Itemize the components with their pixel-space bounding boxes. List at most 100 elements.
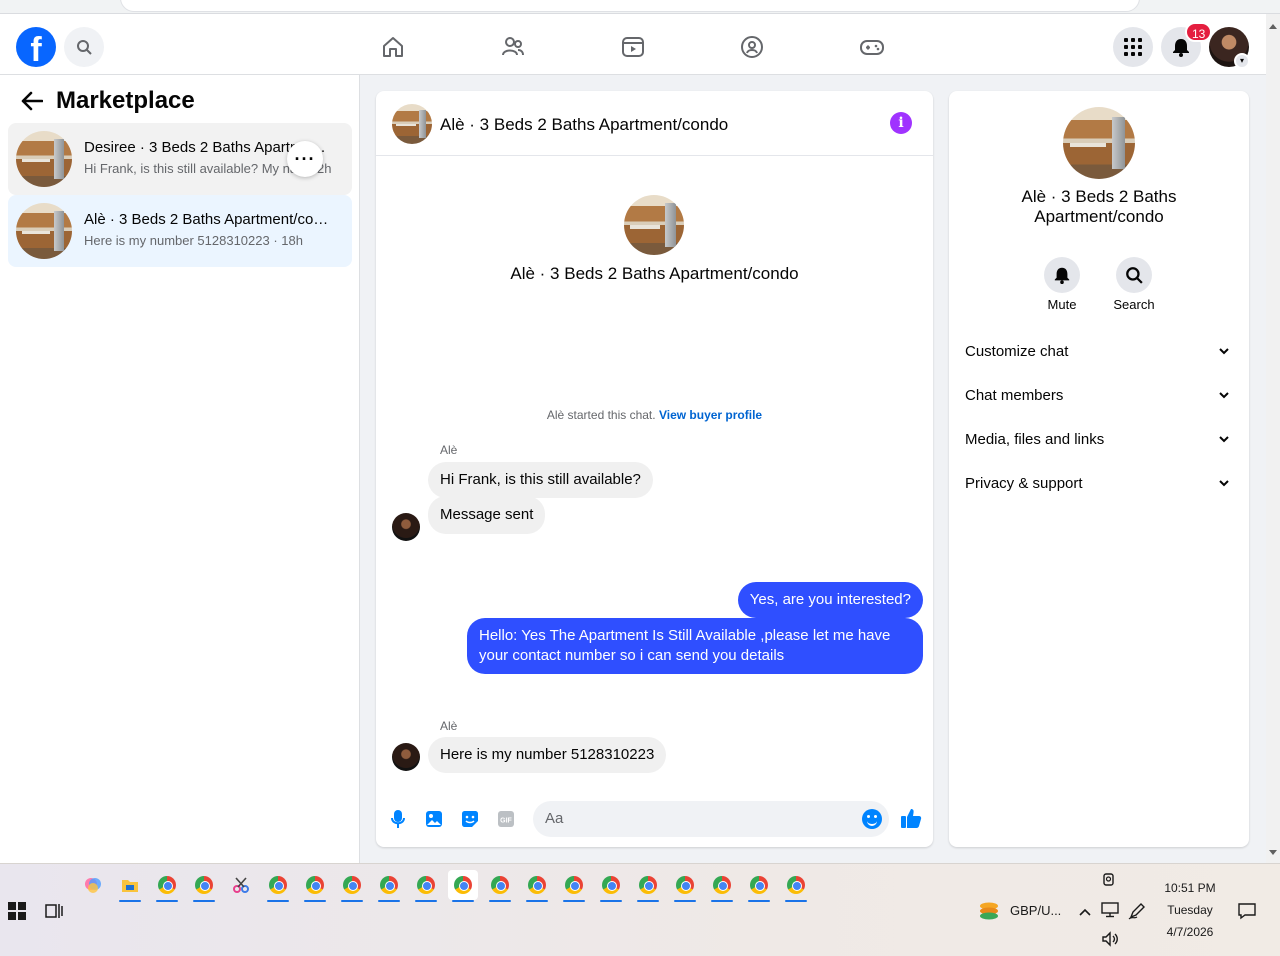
currency-widget-text[interactable]: GBP/U... [1010, 903, 1061, 918]
listing-thumbnail[interactable] [392, 104, 432, 144]
nav-groups[interactable] [738, 33, 766, 61]
message-bubble-incoming[interactable]: Hi Frank, is this still available? [428, 462, 653, 498]
facebook-logo[interactable]: f [16, 27, 56, 67]
nav-friends[interactable] [499, 33, 527, 61]
chrome-icon [491, 876, 509, 894]
more-options-button[interactable]: ··· [287, 141, 323, 177]
back-button[interactable] [18, 87, 46, 115]
chrome-icon [343, 876, 361, 894]
nav-gaming[interactable] [858, 33, 886, 61]
sender-avatar[interactable] [392, 513, 420, 541]
chat-header: Alè · 3 Beds 2 Baths Apartment/condo i [376, 91, 933, 156]
clock-day[interactable]: Tuesday [1150, 903, 1230, 917]
pen-icon[interactable] [1128, 902, 1146, 925]
currency-widget-icon[interactable] [978, 900, 1000, 927]
nav-home[interactable] [379, 33, 407, 61]
sender-avatar[interactable] [392, 743, 420, 771]
microphone-icon [391, 810, 405, 828]
clock-date[interactable]: 4/7/2026 [1150, 925, 1230, 939]
chrome-icon [380, 876, 398, 894]
info-icon[interactable]: i [890, 112, 912, 134]
chrome-icon [417, 876, 435, 894]
show-hidden-icons-button[interactable] [1078, 904, 1092, 922]
message-input-placeholder: Aa [545, 810, 564, 827]
listing-thumbnail [16, 131, 72, 187]
taskbar-chrome[interactable] [337, 870, 367, 902]
taskbar-chrome[interactable] [707, 870, 737, 902]
groups-icon [741, 36, 763, 58]
taskbar-chrome[interactable] [744, 870, 774, 902]
chrome-icon [565, 876, 583, 894]
message-bubble-outgoing[interactable]: Hello: Yes The Apartment Is Still Availa… [467, 618, 923, 674]
section-privacy-support[interactable]: Privacy & support [965, 475, 1233, 499]
taskbar-chrome[interactable] [670, 870, 700, 902]
chevron-down-icon[interactable]: ▾ [1234, 53, 1250, 69]
chat-title[interactable]: Alè · 3 Beds 2 Baths Apartment/condo [440, 115, 728, 135]
conversation-item-active[interactable]: Alè · 3 Beds 2 Baths Apartment/condo Her… [8, 195, 352, 267]
nav-video[interactable] [619, 33, 647, 61]
conversation-item[interactable]: Desiree · 3 Beds 2 Baths Apartment/condo… [8, 123, 352, 195]
section-media-files-links[interactable]: Media, files and links [965, 431, 1233, 455]
bell-icon [1054, 267, 1070, 284]
listing-thumbnail [624, 195, 684, 255]
chrome-icon [195, 876, 213, 894]
clock-time[interactable]: 10:51 PM [1150, 881, 1230, 895]
network-icon[interactable] [1101, 902, 1119, 923]
chevron-down-icon [1219, 480, 1229, 487]
coins-icon [980, 902, 998, 920]
emoji-icon[interactable] [862, 809, 882, 829]
chrome-icon [158, 876, 176, 894]
task-view-button[interactable] [45, 902, 63, 925]
taskbar-chrome[interactable] [189, 870, 219, 902]
message-bubble-incoming[interactable]: Message sent [428, 496, 546, 534]
task-view-icon [45, 904, 63, 918]
taskbar-chrome-active[interactable] [448, 870, 478, 902]
message-input[interactable]: Aa [533, 801, 889, 837]
menu-button[interactable] [1113, 27, 1153, 67]
message-bubble-outgoing[interactable]: Yes, are you interested? [737, 582, 923, 618]
voice-clip-button[interactable] [388, 809, 408, 829]
page-scrollbar[interactable] [1266, 14, 1280, 863]
mute-label: Mute [1047, 297, 1077, 312]
volume-icon[interactable] [1101, 931, 1119, 952]
search-icon [77, 40, 92, 55]
taskbar-copilot[interactable] [78, 870, 108, 900]
taskbar-chrome[interactable] [152, 870, 182, 902]
friends-icon [502, 37, 524, 56]
scroll-up-icon[interactable] [1269, 24, 1277, 29]
taskbar-chrome[interactable] [781, 870, 811, 902]
address-bar[interactable] [120, 0, 1140, 12]
like-button[interactable] [900, 807, 922, 829]
taskbar-chrome[interactable] [596, 870, 626, 902]
taskbar-file-explorer[interactable] [115, 870, 145, 902]
section-customize-chat[interactable]: Customize chat [965, 343, 1233, 367]
view-buyer-profile-link[interactable]: View buyer profile [659, 408, 762, 422]
gif-button[interactable]: GIF [496, 809, 516, 829]
start-button[interactable] [8, 902, 26, 925]
search-in-chat-button[interactable] [1116, 257, 1152, 293]
taskbar-chrome[interactable] [559, 870, 589, 902]
mute-button[interactable] [1044, 257, 1080, 293]
chrome-icon [787, 876, 805, 894]
taskbar-snipping-tool[interactable] [226, 870, 256, 900]
taskbar-chrome[interactable] [300, 870, 330, 902]
taskbar-chrome[interactable] [411, 870, 441, 902]
taskbar-chrome[interactable] [522, 870, 552, 902]
meet-now-icon[interactable] [1101, 872, 1117, 893]
taskbar-chrome[interactable] [485, 870, 515, 902]
search-button[interactable] [64, 27, 104, 67]
windows-logo-icon [8, 902, 26, 920]
taskbar-chrome[interactable] [263, 870, 293, 902]
section-chat-members[interactable]: Chat members [965, 387, 1233, 411]
taskbar-chrome[interactable] [633, 870, 663, 902]
scroll-down-icon[interactable] [1269, 850, 1277, 855]
taskbar-chrome[interactable] [374, 870, 404, 902]
notification-center-button[interactable] [1238, 902, 1256, 925]
attach-photo-button[interactable] [424, 809, 444, 829]
listing-thumbnail[interactable] [1063, 107, 1135, 179]
details-title: Alè · 3 Beds 2 Baths Apartment/condo [1021, 187, 1177, 226]
search-label: Search [1113, 297, 1155, 312]
message-bubble-incoming[interactable]: Here is my number 5128310223 [428, 737, 667, 773]
gif-icon: GIF [498, 811, 514, 827]
sticker-button[interactable] [460, 809, 480, 829]
